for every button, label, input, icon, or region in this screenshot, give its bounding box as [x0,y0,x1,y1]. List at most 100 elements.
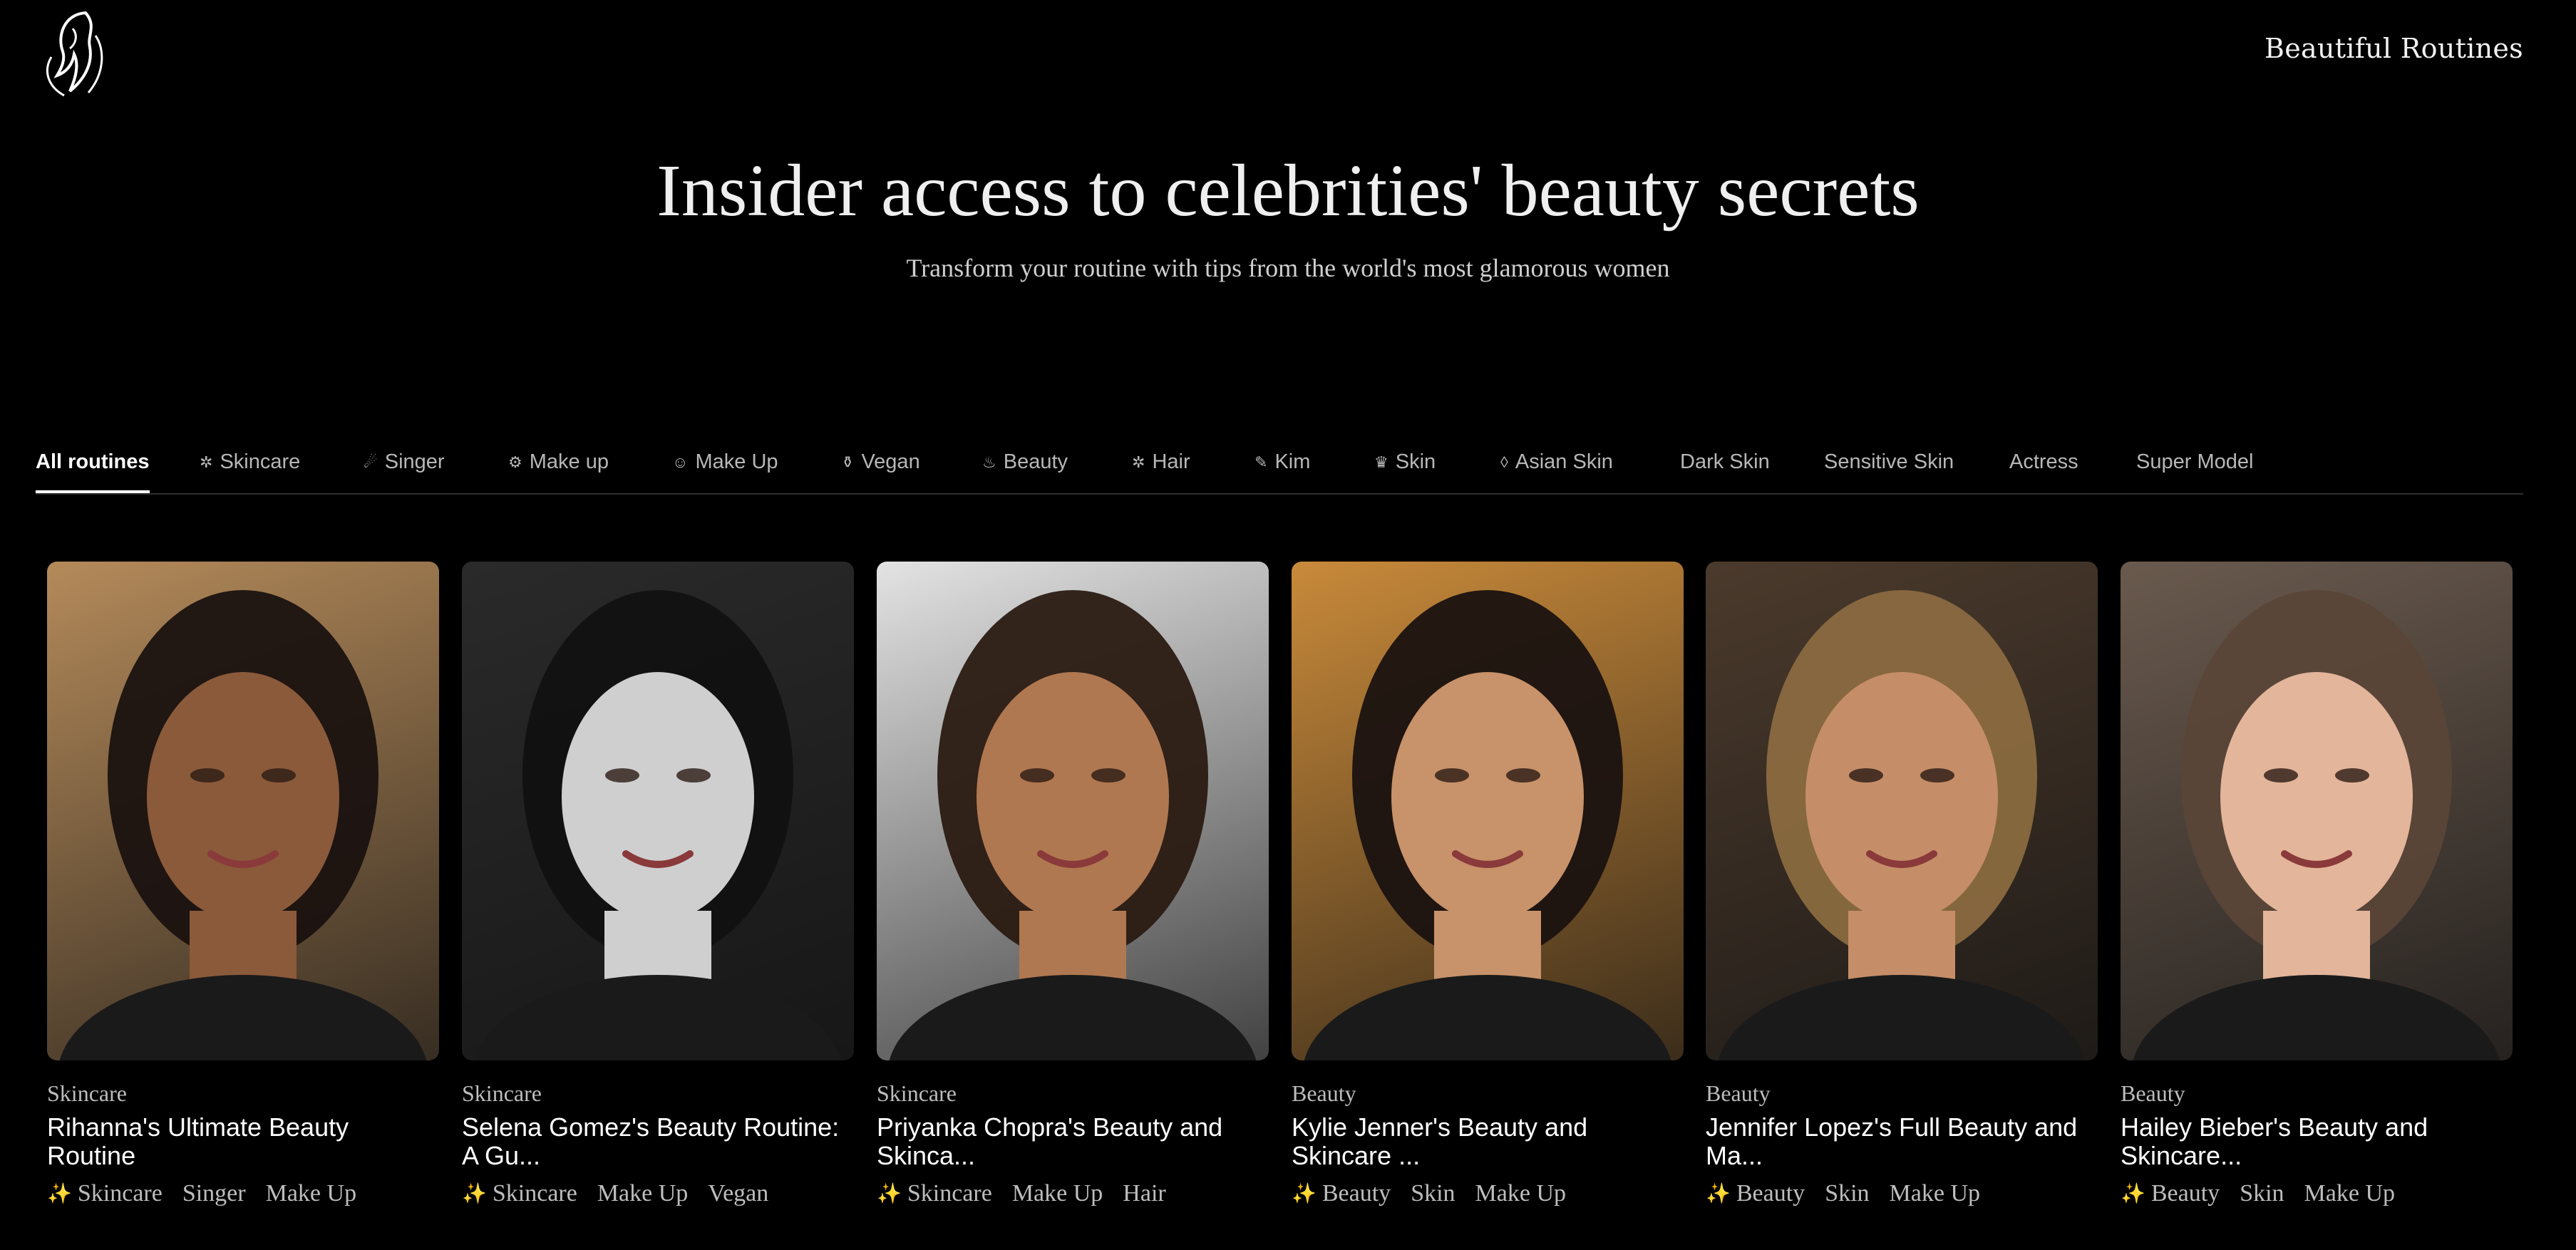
face-icon: ☺ [672,453,689,471]
tag-label: Skin [2240,1180,2284,1207]
card-title[interactable]: Kylie Jenner's Beauty and Skincare ... [1292,1113,1684,1170]
card-title[interactable]: Rihanna's Ultimate Beauty Routine [47,1113,439,1170]
portrait-illustration [474,590,842,1060]
tab-dark-skin[interactable]: Dark Skin [1680,450,1770,490]
routine-card[interactable]: Skincare Rihanna's Ultimate Beauty Routi… [47,562,439,1207]
tab-label: Skincare [220,450,301,473]
sparkle-icon: ✨ [462,1183,487,1205]
card-tag[interactable]: ✨ Skincare [462,1180,577,1207]
card-tag[interactable]: Make Up [2304,1180,2395,1207]
tag-label: Vegan [708,1180,769,1207]
tab-label: Skin [1395,450,1436,473]
card-tags: ✨ Skincare Make Up Hair [877,1180,1166,1207]
crown-icon: ♛ [1374,453,1389,471]
tab-label: Beauty [1003,450,1068,473]
portrait-illustration [59,590,427,1060]
tab-label: Hair [1152,450,1190,473]
card-tag[interactable]: ✨ Beauty [2121,1180,2220,1207]
card-title[interactable]: Hailey Bieber's Beauty and Skincare... [2121,1113,2513,1170]
star-icon: ✲ [1132,453,1145,471]
tab-super-model[interactable]: Super Model [2136,450,2253,490]
card-tags: ✨ Skincare Make Up Vegan [462,1180,768,1207]
tab-hair[interactable]: ✲ Hair [1132,450,1190,490]
tab-skincare[interactable]: ✲ Skincare [200,450,300,490]
tab-label: Dark Skin [1680,450,1770,473]
tab-label: Make Up [695,450,778,473]
tab-label: Make up [529,450,609,473]
card-tag[interactable]: Make Up [1475,1180,1566,1207]
tag-label: Skin [1825,1180,1870,1207]
tag-label: Skincare [907,1180,992,1207]
card-tags: ✨ Skincare Singer Make Up [47,1180,356,1207]
portrait-illustration [1304,590,1671,1060]
card-image[interactable] [47,562,439,1060]
tab-singer[interactable]: ☄ Singer [364,450,445,490]
tab-skin[interactable]: ♛ Skin [1374,450,1436,490]
brand-name[interactable]: Beautiful Routines [2265,33,2523,64]
portrait-illustration [1718,590,2086,1060]
category-tabs: All routines ✲ Skincare ☄ Singer ⚙ Make … [36,450,2523,495]
routine-card[interactable]: Skincare Priyanka Chopra's Beauty and Sk… [877,562,1269,1207]
routine-card[interactable]: Beauty Jennifer Lopez's Full Beauty and … [1706,562,2098,1207]
tag-label: Beauty [2150,1180,2220,1207]
card-image[interactable] [462,562,854,1060]
card-tag[interactable]: Make Up [597,1180,688,1207]
card-image[interactable] [1292,562,1684,1060]
tag-label: Hair [1123,1180,1166,1207]
card-tag[interactable]: Skin [1825,1180,1869,1207]
sparkle-icon: ✨ [1706,1183,1731,1205]
card-image[interactable] [2121,562,2513,1060]
tag-label: Beauty [1322,1180,1391,1207]
tag-label: Skincare [492,1180,577,1207]
tag-label: Make Up [265,1180,357,1207]
card-tag[interactable]: ✨ Beauty [1706,1180,1805,1207]
card-tag[interactable]: ✨ Beauty [1292,1180,1391,1207]
card-tag[interactable]: Make Up [1890,1180,1980,1207]
card-tag[interactable]: Skin [2240,1180,2284,1207]
routine-card[interactable]: Skincare Selena Gomez's Beauty Routine: … [462,562,854,1207]
tag-label: Make Up [1475,1180,1567,1207]
tag-label: Skin [1411,1180,1456,1207]
tab-label: Vegan [861,450,920,473]
tab-kim[interactable]: ✎ Kim [1254,450,1310,490]
card-category: Beauty [1292,1080,1356,1106]
tab-make-up[interactable]: ⚙ Make up [508,450,609,490]
card-title[interactable]: Jennifer Lopez's Full Beauty and Ma... [1706,1113,2098,1170]
tab-asian-skin[interactable]: ◊ Asian Skin [1500,450,1613,490]
sparkle-icon: ✨ [877,1183,902,1205]
card-image[interactable] [877,562,1269,1060]
tab-all-routines[interactable]: All routines [36,450,150,493]
card-image[interactable] [1706,562,2098,1060]
card-category: Skincare [877,1080,957,1106]
tab-label: Super Model [2136,450,2254,473]
card-tag[interactable]: Vegan [708,1180,768,1207]
tab-beauty[interactable]: ♨ Beauty [982,450,1068,490]
tag-label: Beauty [1736,1180,1805,1207]
logo[interactable] [36,7,114,101]
card-tag[interactable]: Skin [1411,1180,1455,1207]
tab-sensitive-skin[interactable]: Sensitive Skin [1824,450,1954,490]
card-tag[interactable]: ✨ Skincare [877,1180,992,1207]
card-category: Skincare [47,1080,127,1106]
tag-label: Make Up [1889,1180,1981,1207]
tag-label: Singer [182,1180,246,1207]
tab-actress[interactable]: Actress [2009,450,2078,490]
portrait-illustration [889,590,1257,1060]
tab-label: Asian Skin [1515,450,1613,473]
bottle-icon: ⚱ [841,453,855,471]
card-category: Skincare [462,1080,542,1106]
card-tag[interactable]: Hair [1123,1180,1165,1207]
card-tags: ✨ Beauty Skin Make Up [1292,1180,1566,1207]
card-tag[interactable]: Make Up [1012,1180,1103,1207]
routine-card[interactable]: Beauty Hailey Bieber's Beauty and Skinca… [2121,562,2513,1207]
tag-label: Make Up [597,1180,689,1207]
card-tag[interactable]: Singer [182,1180,246,1207]
tab-make-up-2[interactable]: ☺ Make Up [672,450,778,490]
card-tag[interactable]: Make Up [266,1180,356,1207]
routine-card[interactable]: Beauty Kylie Jenner's Beauty and Skincar… [1292,562,1684,1207]
card-title[interactable]: Priyanka Chopra's Beauty and Skinca... [877,1113,1269,1170]
microphone-icon: ☄ [364,453,378,471]
tab-vegan[interactable]: ⚱ Vegan [841,450,920,490]
card-title[interactable]: Selena Gomez's Beauty Routine: A Gu... [462,1113,854,1170]
card-tag[interactable]: ✨ Skincare [47,1180,163,1207]
